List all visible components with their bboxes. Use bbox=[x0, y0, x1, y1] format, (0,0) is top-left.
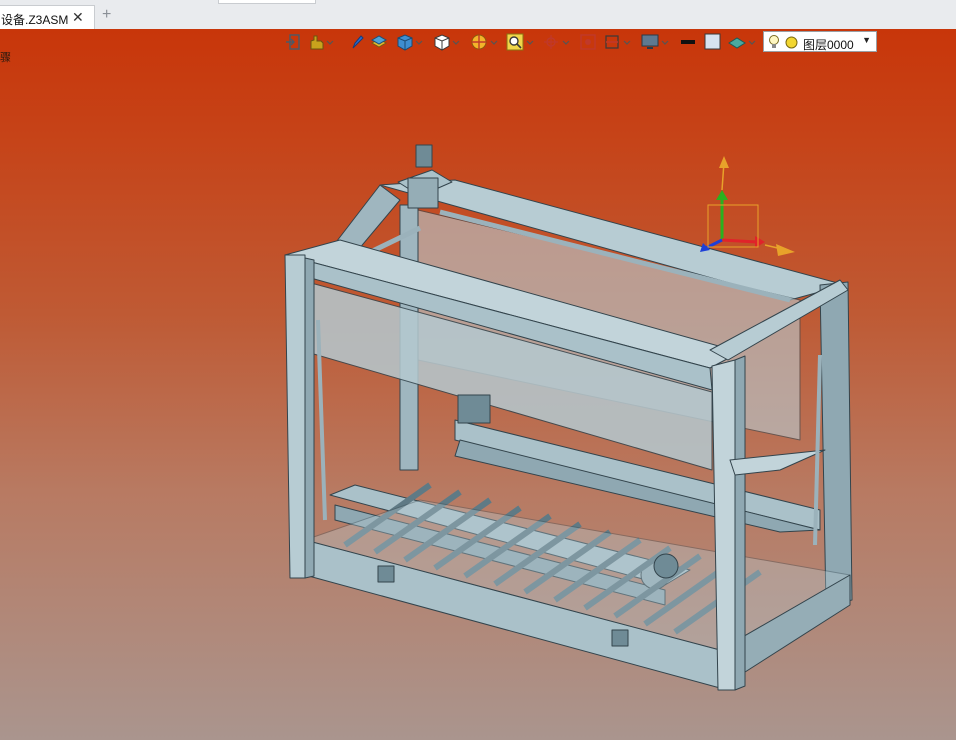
new-tab-button[interactable]: + bbox=[102, 6, 111, 24]
close-icon[interactable]: ✕ bbox=[72, 9, 84, 26]
3d-viewport[interactable]: 骤 图层0000 ▼ bbox=[0, 29, 956, 740]
axis-triad[interactable] bbox=[700, 156, 795, 256]
tab-stub bbox=[218, 0, 316, 4]
tab-title: 设备.Z3ASM bbox=[1, 13, 69, 27]
tab-bar: 设备.Z3ASM ✕ + bbox=[0, 0, 956, 30]
tab-design-file[interactable]: 设备.Z3ASM ✕ bbox=[0, 5, 95, 29]
machine-frame-model[interactable] bbox=[0, 29, 956, 740]
